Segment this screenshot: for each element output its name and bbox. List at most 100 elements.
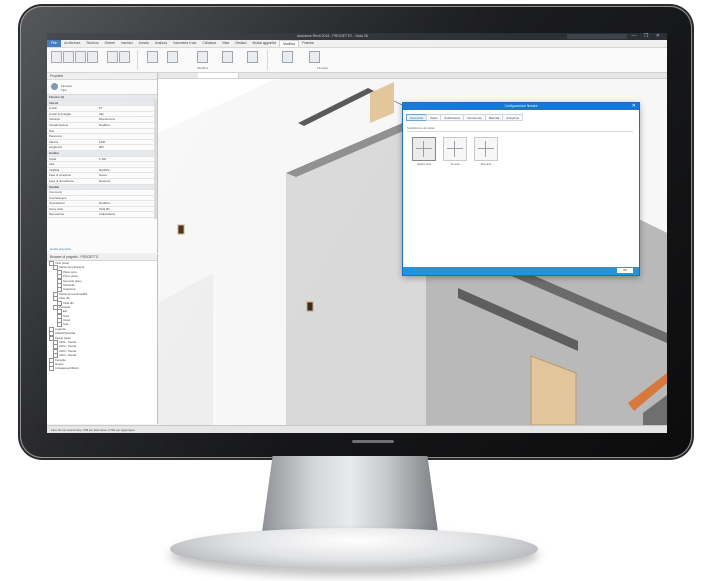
property-value[interactable]: Alto [99, 112, 104, 117]
tree-item[interactable]: Collegamenti Revit [47, 366, 157, 372]
ribbon-tab[interactable]: Gestisci [232, 40, 249, 47]
view-tabs [158, 73, 667, 79]
properties-scrollbar[interactable] [154, 99, 157, 219]
ribbon-tab[interactable]: Annota [136, 40, 152, 47]
dialog-tab[interactable]: Geometria [406, 114, 427, 121]
property-value[interactable]: Modifica... [99, 123, 112, 128]
division-option[interactable]: Quattro ante [411, 137, 437, 166]
property-row: Dipendenza Indipendente [47, 212, 157, 219]
ribbon-tab[interactable]: Analizza [152, 40, 170, 47]
property-value[interactable]: Modifica... [99, 168, 112, 173]
property-key: Livello [49, 106, 57, 111]
ribbon-tab[interactable]: Moduli aggiuntivi [249, 40, 279, 47]
window-marker-2 [306, 301, 314, 312]
window-config-dialog: Configurazione finestra ✕ Geometria Telai… [402, 102, 640, 276]
ribbon-tab[interactable]: Inserisci [118, 40, 136, 47]
dialog-tab[interactable]: Telaio [426, 114, 441, 121]
property-key: Dipendenza [49, 212, 64, 217]
ribbon-tab[interactable]: Finestra [299, 40, 317, 47]
property-key: Livello di dettaglio [49, 111, 72, 116]
ribbon-tool-button[interactable] [51, 51, 62, 63]
property-value[interactable]: Rivestimento [99, 117, 115, 122]
ribbon-tabs: File Architettura Struttura Sistemi Inseris… [47, 40, 667, 48]
titlebar: Autodesk Revit 2018 - PROGETTO - Vista 3… [47, 33, 667, 40]
division-option-label: Tre ante [450, 163, 460, 166]
ribbon-tool-button[interactable] [75, 51, 86, 63]
dialog-tab[interactable]: Materiali [484, 114, 503, 121]
tree-item-label: Est [63, 309, 68, 314]
property-key: Parametro [49, 134, 63, 139]
property-value[interactable]: Indipendente [99, 212, 115, 217]
window-title: Autodesk Revit 2018 - PROGETTO - Vista 3… [297, 34, 369, 38]
window-grid-icon [412, 137, 436, 161]
properties-grid: Finestre (1) Vincoli Livello PT Livello di d… [47, 95, 157, 219]
division-option[interactable]: Due ante [473, 137, 499, 166]
type-selector[interactable]: Finestra Tipo [47, 80, 157, 95]
ribbon-tool-button[interactable] [63, 51, 74, 63]
property-key: Grafica [49, 150, 59, 155]
property-value[interactable]: Nuovo [99, 173, 107, 178]
properties-palette: Proprietà Finestra Tipo Finestre (1) Vinc… [47, 73, 158, 253]
close-icon[interactable]: ✕ [632, 103, 636, 110]
project-browser-tree: Viste (tutte) Piante dei pavimenti Piano t… [47, 261, 157, 372]
ribbon-tool-button[interactable] [247, 51, 258, 63]
ribbon-tab[interactable]: Volumetria e sito [170, 40, 200, 47]
ribbon-tab[interactable]: Architettura [61, 40, 83, 47]
ribbon-tool-button[interactable] [167, 51, 178, 63]
ribbon-tool-button[interactable] [119, 51, 130, 63]
ribbon-tool-button[interactable] [87, 51, 98, 63]
property-value[interactable]: PT [99, 106, 103, 111]
ribbon-tab[interactable]: Vista [219, 40, 232, 47]
ribbon-tab[interactable]: Collabora [199, 40, 219, 47]
ribbon-tool-button[interactable] [197, 51, 208, 63]
window-marker-1 [177, 224, 185, 235]
dialog-tab[interactable]: Anteprima [502, 114, 524, 121]
dialog-footer: OK [403, 267, 639, 275]
ribbon-separator [267, 50, 268, 70]
property-key: Identità [49, 184, 59, 189]
ribbon-tool-button[interactable] [222, 51, 233, 63]
tree-item-label: Primo piano [63, 274, 78, 279]
division-option-label: Due ante [480, 163, 492, 166]
status-text: Fare clic per selezionare, TAB per alter… [51, 428, 136, 432]
dialog-tab[interactable]: Ferramenta [463, 114, 485, 121]
window-family-icon [51, 83, 58, 90]
help-search-input[interactable] [567, 34, 627, 39]
monitor-stand-neck [262, 456, 438, 532]
ribbon-tool-button[interactable] [147, 51, 158, 63]
property-value[interactable]: 900 [99, 145, 104, 150]
property-key: Visualizzazione [49, 122, 69, 127]
window-controls[interactable]: — ❐ ✕ [632, 33, 663, 39]
division-option[interactable]: Tre ante [442, 137, 468, 166]
properties-help-link[interactable]: Guida proprietà [47, 247, 160, 251]
property-value[interactable]: Nessuna [99, 179, 110, 184]
ribbon-tab[interactable]: Modifica [279, 40, 300, 47]
ribbon-tool-button[interactable] [282, 51, 293, 63]
ribbon-tool-button[interactable] [309, 51, 320, 63]
ribbon-tab[interactable]: Struttura [83, 40, 101, 47]
ribbon-tool-button[interactable] [107, 51, 118, 63]
property-key: Vincoli [49, 100, 59, 105]
dialog-tab[interactable]: Suddivisione [440, 114, 464, 121]
ribbon-panel: Modifica Finestra [47, 48, 667, 73]
view-tab-3d[interactable] [198, 73, 239, 78]
property-value[interactable]: 1200 [99, 140, 105, 145]
expand-icon[interactable] [49, 366, 54, 372]
ok-button[interactable]: OK [617, 268, 633, 273]
property-value[interactable]: Modifica... [99, 201, 112, 206]
property-key: Contrassegno [49, 195, 67, 200]
window-grid-icon [474, 137, 498, 161]
ribbon-group-label: Finestra [317, 66, 328, 70]
dialog-tabs: Geometria Telaio Suddivisione Ferramenta Mat… [406, 114, 524, 121]
ribbon-tab[interactable]: Sistemi [102, 40, 118, 47]
property-key: Dati [49, 128, 54, 133]
property-key: Scala [49, 156, 56, 161]
file-menu-button[interactable]: File [47, 40, 61, 47]
tree-item-label: Abachi/Quantità [55, 331, 75, 336]
property-value[interactable]: 1:100 [99, 157, 106, 162]
property-key: Commenti [49, 190, 62, 195]
dialog-section-label: Suddivisione del telaio [407, 126, 633, 132]
property-key: Altezza [49, 139, 59, 144]
ribbon-separator [137, 50, 138, 70]
property-value[interactable]: Vista 3D [99, 207, 110, 212]
